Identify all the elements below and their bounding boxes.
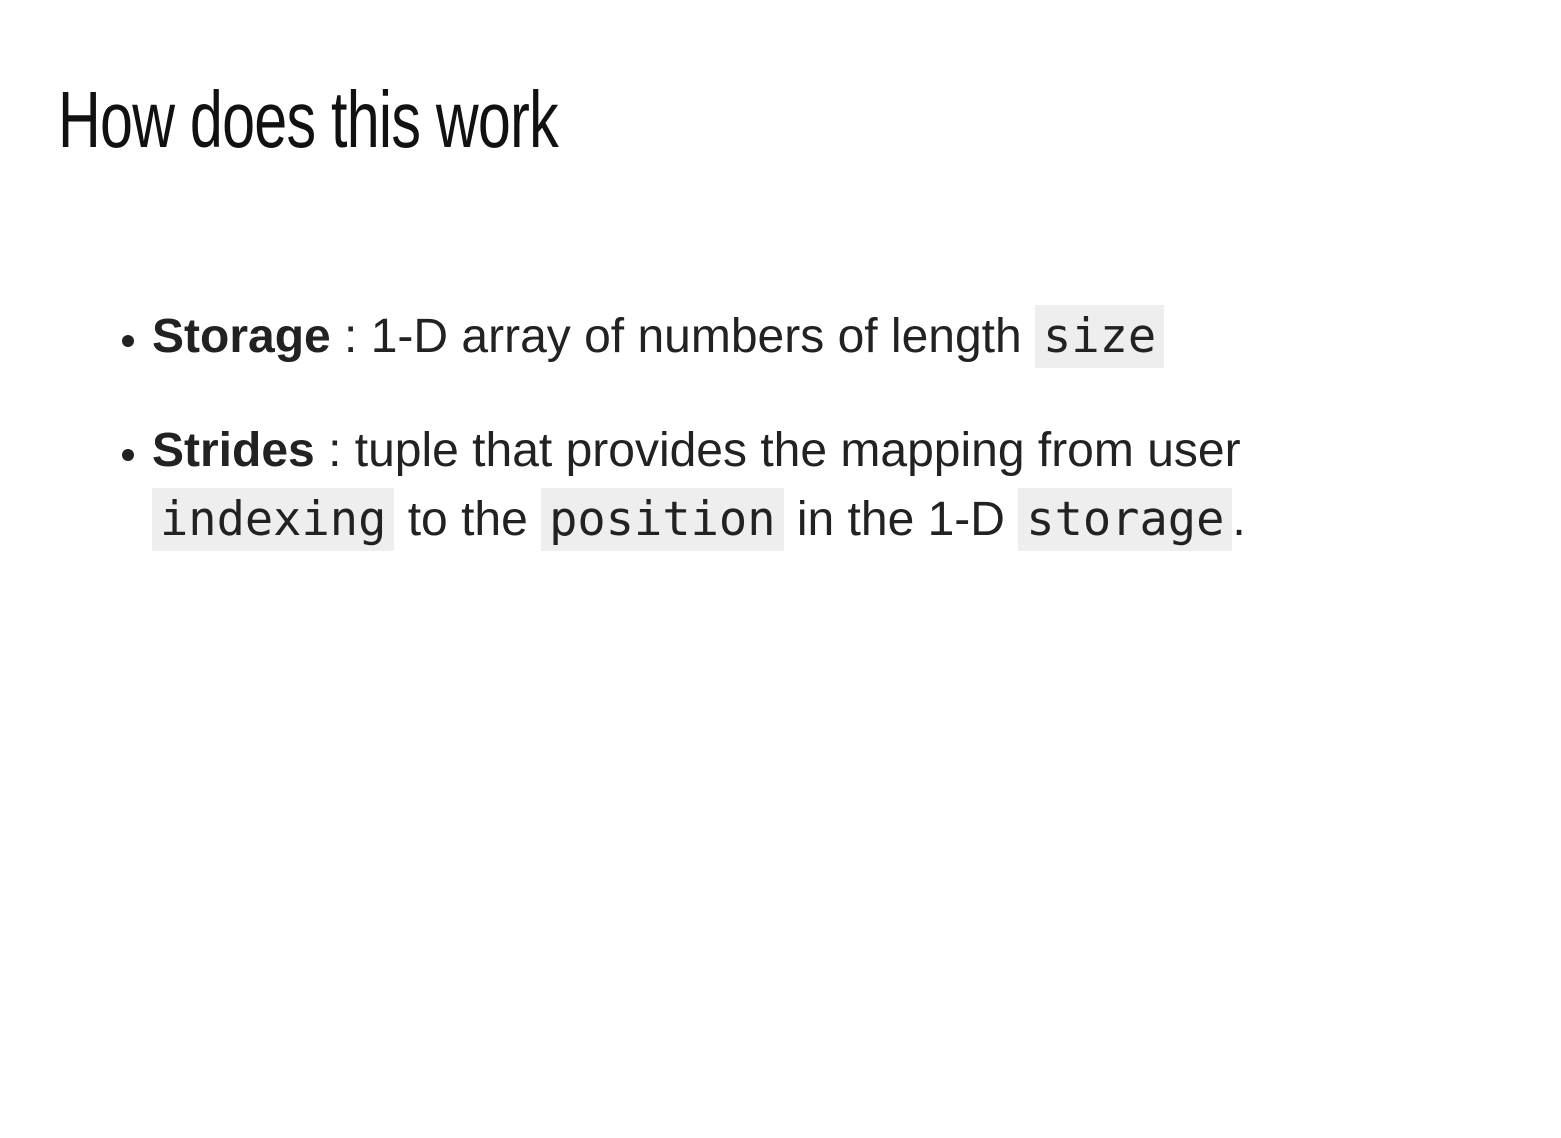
inline-code: size (1035, 305, 1165, 368)
description: 1-D array of numbers of length (370, 310, 1036, 363)
inline-code: storage (1018, 488, 1233, 551)
slide-title: How does this work (58, 75, 559, 164)
inline-code: indexing (152, 488, 395, 551)
bullet-list: Storage : 1-D array of numbers of length… (104, 302, 1412, 599)
description: tuple that provides the mapping from use… (354, 424, 1241, 477)
term: Strides (152, 424, 315, 477)
term: Storage (152, 310, 331, 363)
inline-code: position (541, 488, 784, 551)
description: in the 1-D (783, 493, 1019, 546)
separator: : (330, 310, 371, 363)
bullet-item-storage: Storage : 1-D array of numbers of length… (152, 302, 1412, 371)
bullet-item-strides: Strides : tuple that provides the mappin… (152, 416, 1412, 554)
separator: : (314, 424, 355, 477)
description: . (1232, 493, 1246, 546)
description: to the (394, 493, 542, 546)
